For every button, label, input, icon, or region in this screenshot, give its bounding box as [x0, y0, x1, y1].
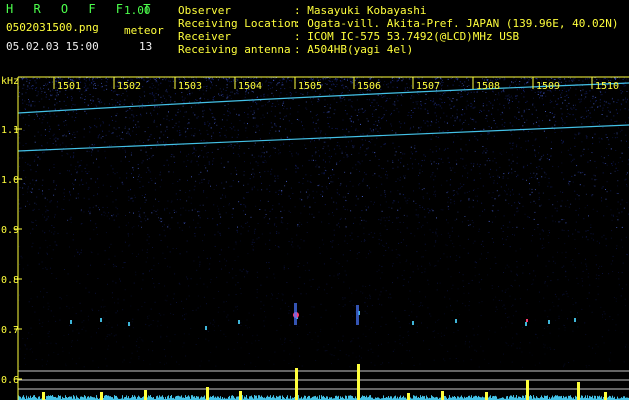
image-filename: 0502031500.png	[6, 21, 99, 34]
spectrogram: kHz 1501 1502 1503 1504 1505 1506 1507 1…	[0, 75, 629, 400]
info-value: : Ogata-vill. Akita-Pref. JAPAN (139.96E…	[294, 17, 619, 30]
observation-datetime: 05.02.03 15:00	[6, 40, 99, 53]
freq-tick-label: 0.8	[1, 275, 19, 286]
meteor-count: 13	[139, 40, 153, 53]
time-tick-label: 1503	[178, 81, 202, 92]
info-value: : A504HB(yagi 4el)	[294, 43, 414, 56]
meteor-label: meteor	[124, 24, 164, 37]
freq-tick-label: 1.1	[1, 125, 19, 136]
info-value: : ICOM IC-575 53.7492(@LCD)MHz USB	[294, 30, 520, 43]
time-tick-label: 1504	[238, 81, 262, 92]
freq-unit-label: kHz	[1, 76, 19, 87]
freq-tick-label: 0.6	[1, 375, 19, 386]
time-tick-label: 1505	[298, 81, 322, 92]
freq-tick-label: 0.9	[1, 225, 19, 236]
hrofft-window: H R O F F T 1.00 0502031500.png meteor 0…	[0, 0, 629, 400]
time-tick-label: 1507	[416, 81, 440, 92]
time-tick-label: 1506	[357, 81, 381, 92]
time-tick-label: 1508	[476, 81, 500, 92]
info-row-antenna: Receiving antenna : A504HB(yagi 4el)	[178, 43, 619, 56]
info-row-receiver: Receiver : ICOM IC-575 53.7492(@LCD)MHz …	[178, 30, 619, 43]
info-row-observer: Observer : Masayuki Kobayashi	[178, 4, 619, 17]
spectrogram-background	[0, 75, 629, 400]
info-key: Receiver	[178, 30, 231, 43]
time-tick-label: 1502	[117, 81, 141, 92]
freq-tick-label: 1.0	[1, 175, 19, 186]
info-key: Observer	[178, 4, 231, 17]
info-key: Receiving antenna	[178, 43, 291, 56]
info-row-location: Receiving Location : Ogata-vill. Akita-P…	[178, 17, 619, 30]
time-tick-label: 1510	[595, 81, 619, 92]
info-value: : Masayuki Kobayashi	[294, 4, 427, 17]
time-tick-label: 1509	[536, 81, 560, 92]
station-info-panel: Observer : Masayuki Kobayashi Receiving …	[178, 4, 619, 56]
time-tick-label: 1501	[57, 81, 81, 92]
freq-tick-label: 0.7	[1, 325, 19, 336]
info-key: Receiving Location	[178, 17, 298, 30]
app-version: 1.00	[124, 4, 151, 17]
